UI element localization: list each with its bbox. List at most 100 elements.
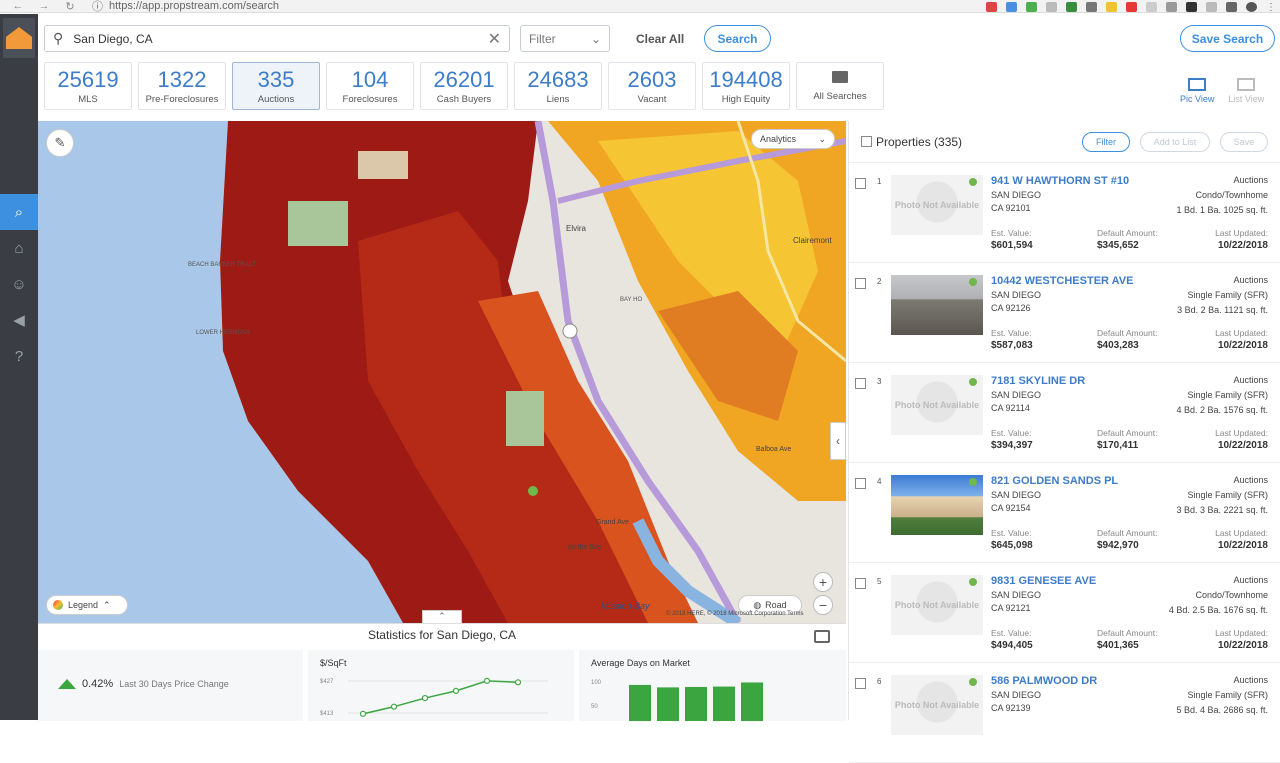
profile-avatar[interactable] (1246, 1, 1257, 12)
extension-icon[interactable] (986, 1, 997, 12)
search-category-tiles: 25619 MLS 1322 Pre-Foreclosures 335 Auction… (44, 62, 884, 110)
property-list: 1 Photo Not Available 941 W HAWTHORN ST #1… (849, 163, 1280, 763)
property-row[interactable]: 1 Photo Not Available 941 W HAWTHORN ST #1… (849, 163, 1280, 263)
map-label: Elvira (566, 224, 587, 233)
data-point (483, 677, 491, 684)
back-icon[interactable]: ← (10, 0, 26, 12)
pic-view-button[interactable]: Pic View (1180, 78, 1214, 104)
zoom-out-button[interactable]: − (813, 595, 833, 615)
tick-label: $427 (320, 679, 334, 685)
save-search-button[interactable]: Save Search (1180, 25, 1275, 52)
sidebar-item-help[interactable]: ? (0, 338, 38, 374)
property-marker[interactable] (528, 486, 538, 496)
tile-auctions[interactable]: 335 Auctions (232, 62, 320, 110)
property-address-link[interactable]: 7181 SKYLINE DR (991, 375, 1085, 387)
extension-icon[interactable] (1106, 1, 1117, 12)
search-button[interactable]: Search (704, 25, 771, 52)
reload-icon[interactable]: ↻ (62, 0, 78, 13)
row-checkbox[interactable] (855, 678, 866, 689)
property-address-link[interactable]: 941 W HAWTHORN ST #10 (991, 175, 1129, 187)
row-index: 6 (877, 677, 882, 686)
secure-icon: ⓘ (92, 1, 103, 13)
extension-icon[interactable] (1126, 1, 1137, 12)
property-zip: CA 92139 (991, 703, 1031, 713)
extension-icon[interactable] (1066, 1, 1077, 12)
property-specs: 5 Bd. 4 Ba. 2686 sq. ft. (1176, 705, 1268, 715)
heat-map[interactable]: BEACH BARBER TRACT LOWER HERMOSA Elvira … (38, 121, 846, 623)
tile-mls[interactable]: 25619 MLS (44, 62, 132, 110)
tile-liens[interactable]: 24683 Liens (514, 62, 602, 110)
save-button[interactable]: Save (1220, 131, 1268, 152)
row-checkbox[interactable] (855, 378, 866, 389)
extension-icon[interactable] (1146, 1, 1157, 12)
collapse-list-button[interactable]: ‹ (830, 422, 846, 460)
list-filter-button[interactable]: Filter (1082, 131, 1130, 152)
chevron-up-icon: ⌃ (103, 599, 111, 610)
extension-icon[interactable] (1046, 1, 1057, 12)
tile-high-equity[interactable]: 194408 High Equity (702, 62, 790, 110)
extension-icon[interactable] (1226, 1, 1237, 12)
est-value: Est. Value: $394,397 (991, 428, 1033, 451)
draw-tool-button[interactable]: ✎ (46, 129, 74, 157)
row-checkbox[interactable] (855, 478, 866, 489)
property-address-link[interactable]: 821 GOLDEN SANDS PL (991, 475, 1118, 487)
sidebar-item-search[interactable]: ⌕ (0, 194, 38, 230)
property-zip: CA 92101 (991, 203, 1031, 213)
legend-icon (53, 600, 63, 610)
extension-icon[interactable] (1166, 1, 1177, 12)
extension-icon[interactable] (1186, 1, 1197, 12)
select-all-checkbox[interactable] (861, 136, 872, 147)
tile-pre-foreclosures[interactable]: 1322 Pre-Foreclosures (138, 62, 226, 110)
extension-icon[interactable] (1086, 1, 1097, 12)
extension-icon[interactable] (1026, 1, 1037, 12)
clear-search-icon[interactable]: ✕ (488, 29, 501, 49)
app-logo[interactable] (3, 18, 35, 58)
property-row[interactable]: 2 10442 WESTCHESTER AVE SAN DIEGO CA 92126 A… (849, 263, 1280, 363)
row-index: 3 (877, 377, 882, 386)
property-address-link[interactable]: 10442 WESTCHESTER AVE (991, 275, 1133, 287)
browser-menu-icon[interactable]: ⋮ (1266, 2, 1276, 13)
price-per-sqft-chart: $427 $413 (320, 677, 548, 717)
bookmark-star-icon[interactable] (1006, 1, 1017, 12)
tick-label: $413 (320, 711, 334, 717)
list-view-button[interactable]: List View (1228, 78, 1264, 104)
row-checkbox[interactable] (855, 578, 866, 589)
interstate-shield-icon (562, 323, 578, 339)
sidebar-item-marketing[interactable]: ◀ (0, 302, 38, 338)
map-label: Grand Ave (596, 519, 629, 526)
add-to-list-button[interactable]: Add to List (1140, 131, 1210, 152)
row-checkbox[interactable] (855, 278, 866, 289)
photo-not-available: Photo Not Available (894, 200, 980, 210)
location-search-input[interactable] (73, 31, 488, 46)
tile-foreclosures[interactable]: 104 Foreclosures (326, 62, 414, 110)
extensions-bar: ⋮ (986, 0, 1276, 13)
print-icon[interactable] (814, 630, 830, 643)
property-address-link[interactable]: 9831 GENESEE AVE (991, 575, 1096, 587)
property-row[interactable]: 5 Photo Not Available 9831 GENESEE AVE SAN … (849, 563, 1280, 663)
sidebar-item-properties[interactable]: ⌂ (0, 230, 38, 266)
map-canvas: BEACH BARBER TRACT LOWER HERMOSA Elvira … (38, 121, 846, 623)
address-bar[interactable]: ⓘ https://app.propstream.com/search (92, 0, 279, 14)
filter-dropdown[interactable]: Filter ⌄ (520, 25, 610, 52)
status-dot-icon (969, 578, 977, 586)
clear-all-button[interactable]: Clear All (636, 32, 684, 46)
row-index: 4 (877, 477, 882, 486)
property-address-link[interactable]: 586 PALMWOOD DR (991, 675, 1097, 687)
analytics-dropdown[interactable]: Analytics ⌄ (751, 129, 835, 149)
property-row[interactable]: 6 Photo Not Available 586 PALMWOOD DR SAN D… (849, 663, 1280, 763)
row-checkbox[interactable] (855, 178, 866, 189)
extension-icon[interactable] (1206, 1, 1217, 12)
map-label: Balboa Ave (756, 446, 791, 453)
zoom-in-button[interactable]: + (813, 572, 833, 592)
expand-statistics-button[interactable]: ⌃ (422, 610, 462, 623)
tile-cash-buyers[interactable]: 26201 Cash Buyers (420, 62, 508, 110)
tile-vacant[interactable]: 2603 Vacant (608, 62, 696, 110)
est-value: Est. Value: $494,405 (991, 628, 1033, 651)
legend-button[interactable]: Legend ⌃ (46, 595, 128, 615)
property-row[interactable]: 3 Photo Not Available 7181 SKYLINE DR SAN D… (849, 363, 1280, 463)
sidebar-item-contacts[interactable]: ☺ (0, 266, 38, 302)
tile-all-searches[interactable]: All Searches (796, 62, 884, 110)
home-logo-icon (6, 27, 32, 49)
property-row[interactable]: 4 821 GOLDEN SANDS PL SAN DIEGO CA 92154 Auc… (849, 463, 1280, 563)
forward-icon[interactable]: → (36, 0, 52, 12)
